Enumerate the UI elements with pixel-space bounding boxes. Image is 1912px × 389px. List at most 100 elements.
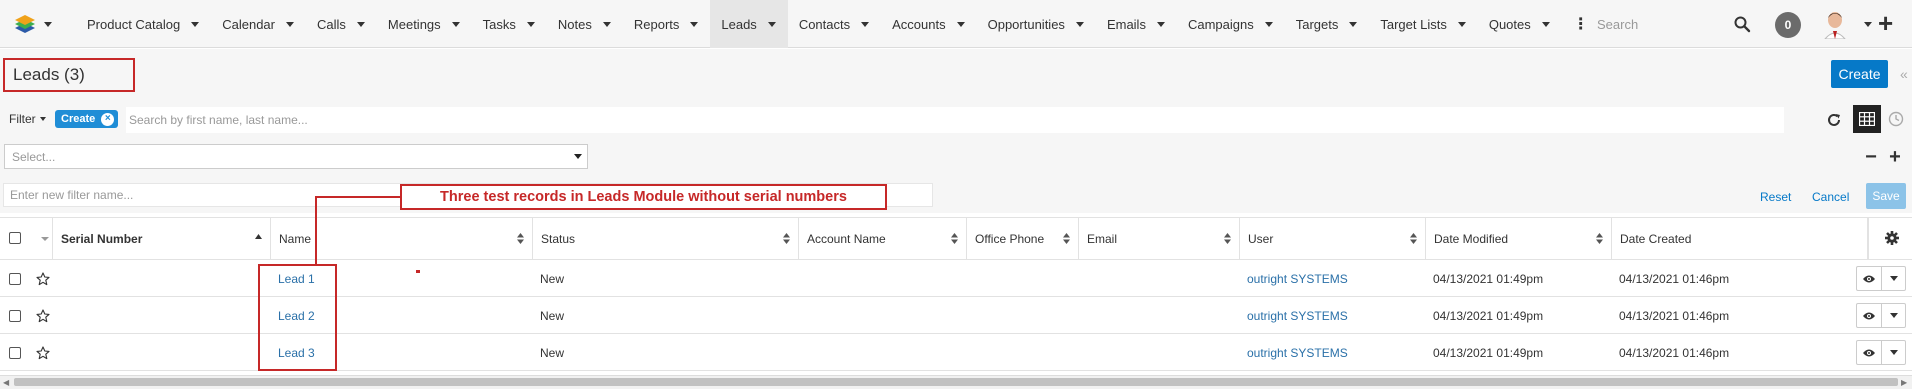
remove-filter-row-button[interactable]: − — [1860, 145, 1882, 169]
chevron-down-icon[interactable] — [1541, 21, 1550, 27]
remove-filter-icon[interactable]: × — [101, 112, 115, 126]
nav-tab-accounts[interactable]: Accounts — [881, 0, 976, 48]
filter-search-input[interactable]: Search by first name, last name... — [126, 107, 1784, 133]
column-header-email[interactable]: Email — [1078, 217, 1239, 260]
sort-icon[interactable] — [1063, 233, 1070, 244]
row-checkbox[interactable] — [9, 310, 21, 322]
nav-tab-label: Quotes — [1488, 16, 1531, 32]
nav-tab-quotes[interactable]: Quotes — [1478, 0, 1562, 48]
sort-icon[interactable] — [783, 233, 790, 244]
nav-tab-reports[interactable]: Reports — [623, 0, 711, 48]
column-header-phone[interactable]: Office Phone — [966, 217, 1078, 260]
chevron-down-icon[interactable] — [767, 21, 776, 27]
column-header-account[interactable]: Account Name — [798, 217, 966, 260]
refresh-button[interactable] — [1821, 107, 1847, 133]
reset-link[interactable]: Reset — [1760, 190, 1791, 204]
cell-user[interactable]: outright SYSTEMS — [1247, 346, 1348, 360]
mass-actions-chevron-down-icon[interactable] — [41, 237, 49, 241]
nav-tab-calls[interactable]: Calls — [306, 0, 377, 48]
nav-tab-meetings[interactable]: Meetings — [377, 0, 472, 48]
sort-icon[interactable] — [1410, 233, 1417, 244]
sort-icon[interactable] — [1224, 233, 1231, 244]
chevron-down-icon[interactable] — [690, 21, 699, 27]
stack-logo-icon — [15, 15, 35, 33]
favorite-star-icon[interactable] — [36, 272, 50, 286]
sort-icon[interactable] — [517, 233, 524, 244]
column-header-status[interactable]: Status — [532, 217, 798, 260]
chevron-down-icon[interactable] — [1156, 21, 1165, 27]
chevron-down-icon[interactable] — [526, 21, 535, 27]
sort-ascending-icon[interactable] — [255, 233, 262, 244]
nav-tab-label: Accounts — [892, 16, 946, 32]
notification-badge[interactable]: 0 — [1775, 12, 1801, 38]
quick-create-plus-icon[interactable]: + — [1878, 10, 1893, 36]
column-header-user[interactable]: User — [1239, 217, 1425, 260]
row-actions-chevron-down-icon[interactable] — [1882, 341, 1905, 364]
user-avatar-icon[interactable] — [1823, 9, 1847, 39]
column-header-name[interactable]: Name — [270, 217, 532, 260]
chevron-down-icon[interactable] — [1349, 21, 1358, 27]
row-actions-chevron-down-icon[interactable] — [1882, 267, 1905, 290]
annotation-highlight-box — [258, 264, 337, 371]
chevron-down-icon[interactable] — [956, 21, 965, 27]
nav-tab-opportunities[interactable]: Opportunities — [977, 0, 1096, 48]
row-actions-chevron-down-icon[interactable] — [1882, 304, 1905, 327]
save-button[interactable]: Save — [1866, 183, 1906, 209]
row-checkbox[interactable] — [9, 347, 21, 359]
column-header-label: Email — [1087, 231, 1118, 246]
nav-tab-leads[interactable]: Leads — [710, 0, 788, 48]
preview-eye-icon[interactable] — [1857, 304, 1883, 327]
scroll-right-arrow-icon[interactable]: ▶ — [1901, 378, 1907, 387]
favorite-star-icon[interactable] — [36, 346, 50, 360]
nav-tab-label: Product Catalog — [87, 16, 181, 32]
chevron-down-icon[interactable] — [1075, 21, 1084, 27]
search-icon[interactable] — [1733, 15, 1751, 33]
chevron-down-icon[interactable] — [1264, 21, 1273, 27]
filter-field-select[interactable]: Select... — [4, 144, 588, 169]
add-filter-row-button[interactable]: + — [1884, 145, 1906, 169]
row-checkbox[interactable] — [9, 273, 21, 285]
user-menu-chevron-down-icon[interactable] — [1864, 22, 1872, 27]
chevron-down-icon[interactable] — [286, 21, 294, 27]
cell-user[interactable]: outright SYSTEMS — [1247, 272, 1348, 286]
column-header-created[interactable]: Date Created — [1611, 217, 1868, 260]
nav-tab-emails[interactable]: Emails — [1096, 0, 1177, 48]
filter-dropdown[interactable]: Filter — [9, 112, 46, 126]
preview-eye-icon[interactable] — [1857, 267, 1883, 290]
nav-tab-calendar[interactable]: Calendar — [211, 0, 306, 48]
chevron-down-icon[interactable] — [602, 21, 611, 27]
nav-tab-target-lists[interactable]: Target Lists — [1369, 0, 1477, 48]
cell-user[interactable]: outright SYSTEMS — [1247, 309, 1348, 323]
chevron-down-icon[interactable] — [451, 21, 460, 27]
cancel-link[interactable]: Cancel — [1812, 190, 1849, 204]
chevron-down-icon[interactable] — [861, 21, 870, 27]
chevron-down-icon[interactable] — [191, 21, 200, 27]
scroll-left-arrow-icon[interactable]: ◀ — [3, 378, 9, 387]
nav-tab-contacts[interactable]: Contacts — [788, 0, 881, 48]
cell-status: New — [540, 309, 565, 323]
nav-tab-campaigns[interactable]: Campaigns — [1177, 0, 1285, 48]
collapse-sidebar-icon[interactable]: « — [1900, 66, 1908, 82]
gear-icon[interactable] — [1884, 230, 1900, 246]
column-header-modified[interactable]: Date Modified — [1425, 217, 1611, 260]
nav-tab-tasks[interactable]: Tasks — [472, 0, 547, 48]
filter-select-placeholder: Select... — [12, 149, 56, 164]
preview-eye-icon[interactable] — [1857, 341, 1883, 364]
nav-tab-product-catalog[interactable]: Product Catalog — [76, 0, 211, 48]
cell-status: New — [540, 272, 565, 286]
nav-tab-targets[interactable]: Targets — [1285, 0, 1370, 48]
create-button[interactable]: Create — [1831, 60, 1888, 88]
filter-pill[interactable]: Create × — [55, 110, 119, 128]
table-view-button[interactable] — [1853, 105, 1881, 133]
sort-icon[interactable] — [1596, 233, 1603, 244]
sort-icon[interactable] — [951, 233, 958, 244]
select-all-checkbox[interactable] — [9, 232, 21, 244]
scrollbar-thumb[interactable] — [14, 378, 1898, 386]
activity-stream-clock-icon[interactable] — [1887, 110, 1905, 128]
app-logo-menu[interactable] — [12, 10, 58, 38]
column-header-serial[interactable]: Serial Number — [52, 217, 270, 260]
chevron-down-icon[interactable] — [1457, 21, 1466, 27]
favorite-star-icon[interactable] — [36, 309, 50, 323]
chevron-down-icon[interactable] — [356, 21, 365, 27]
nav-tab-notes[interactable]: Notes — [547, 0, 623, 48]
